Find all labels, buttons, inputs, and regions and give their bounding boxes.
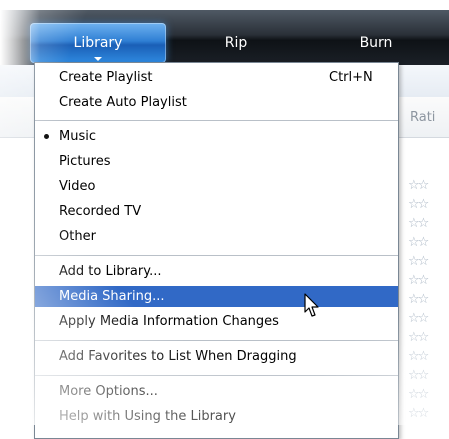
menu-item-label: Help with Using the Library (59, 409, 236, 424)
empty-star-icon[interactable]: ☆☆ (408, 406, 449, 425)
menu-item-label: Create Playlist (59, 70, 153, 85)
tab-library[interactable]: Library (30, 23, 166, 63)
empty-star-icon[interactable]: ☆☆ (408, 330, 449, 349)
menu-item-label: Video (59, 179, 96, 194)
menu-item-apply-media-information-changes[interactable]: Apply Media Information Changes (35, 311, 398, 332)
menu-item-label: Apply Media Information Changes (59, 314, 279, 329)
empty-star-icon[interactable]: ☆☆ (408, 197, 449, 216)
menu-item-label: Add Favorites to List When Dragging (59, 349, 297, 364)
empty-star-icon[interactable]: ☆☆ (408, 349, 449, 368)
menu-item-label: Create Auto Playlist (59, 95, 187, 110)
menu-separator (35, 340, 398, 341)
menu-item-shortcut: Ctrl+N (329, 70, 373, 85)
menu-item-add-favorites-to-list[interactable]: Add Favorites to List When Dragging (35, 346, 398, 367)
menu-item-label: Pictures (59, 154, 111, 169)
empty-star-icon[interactable]: ☆☆ (408, 273, 449, 292)
menu-item-pictures[interactable]: Pictures (35, 151, 398, 172)
menu-item-create-playlist[interactable]: Create Playlist Ctrl+N (35, 67, 398, 88)
empty-star-icon[interactable]: ☆☆ (408, 311, 449, 330)
dropdown-arrow-icon (94, 57, 102, 61)
navigation-bar: Library Rip Burn (0, 10, 449, 65)
menu-item-label: Add to Library... (59, 264, 162, 279)
menu-item-help-library[interactable]: Help with Using the Library (35, 406, 398, 427)
menu-item-recorded-tv[interactable]: Recorded TV (35, 201, 398, 222)
empty-star-icon[interactable]: ☆☆ (408, 387, 449, 406)
menu-separator (35, 255, 398, 256)
menu-item-label: Music (59, 129, 96, 144)
menu-item-music[interactable]: Music (35, 126, 398, 147)
tab-label: Library (73, 35, 123, 51)
menu-item-label: Media Sharing... (59, 289, 165, 304)
tab-label: Burn (359, 35, 393, 51)
empty-star-icon[interactable]: ☆☆ (408, 235, 449, 254)
empty-star-icon[interactable]: ☆☆ (408, 292, 449, 311)
rating-column-header[interactable]: Rati (410, 110, 435, 125)
tab-burn[interactable]: Burn (336, 23, 416, 63)
tab-rip[interactable]: Rip (196, 23, 276, 63)
menu-item-media-sharing[interactable]: Media Sharing... (35, 286, 398, 307)
selected-bullet-icon (44, 134, 49, 139)
rating-stars-column: ☆☆ ☆☆ ☆☆ ☆☆ ☆☆ ☆☆ ☆☆ ☆☆ ☆☆ ☆☆ ☆☆ ☆☆ ☆☆ (408, 178, 449, 425)
library-dropdown-menu: Create Playlist Ctrl+N Create Auto Playl… (34, 62, 399, 439)
empty-star-icon[interactable]: ☆☆ (408, 254, 449, 273)
menu-item-label: Recorded TV (59, 204, 142, 219)
tab-label: Rip (224, 35, 248, 51)
menu-item-label: Other (59, 229, 96, 244)
menu-item-more-options[interactable]: More Options... (35, 381, 398, 402)
empty-star-icon[interactable]: ☆☆ (408, 178, 449, 197)
menu-item-add-to-library[interactable]: Add to Library... (35, 261, 398, 282)
menu-item-label: More Options... (59, 384, 158, 399)
empty-star-icon[interactable]: ☆☆ (408, 368, 449, 387)
menu-item-video[interactable]: Video (35, 176, 398, 197)
menu-item-create-auto-playlist[interactable]: Create Auto Playlist (35, 92, 398, 113)
menu-item-other[interactable]: Other (35, 226, 398, 247)
empty-star-icon[interactable]: ☆☆ (408, 216, 449, 235)
menu-separator (35, 120, 398, 121)
menu-separator (35, 375, 398, 376)
mouse-pointer-icon (304, 293, 319, 317)
